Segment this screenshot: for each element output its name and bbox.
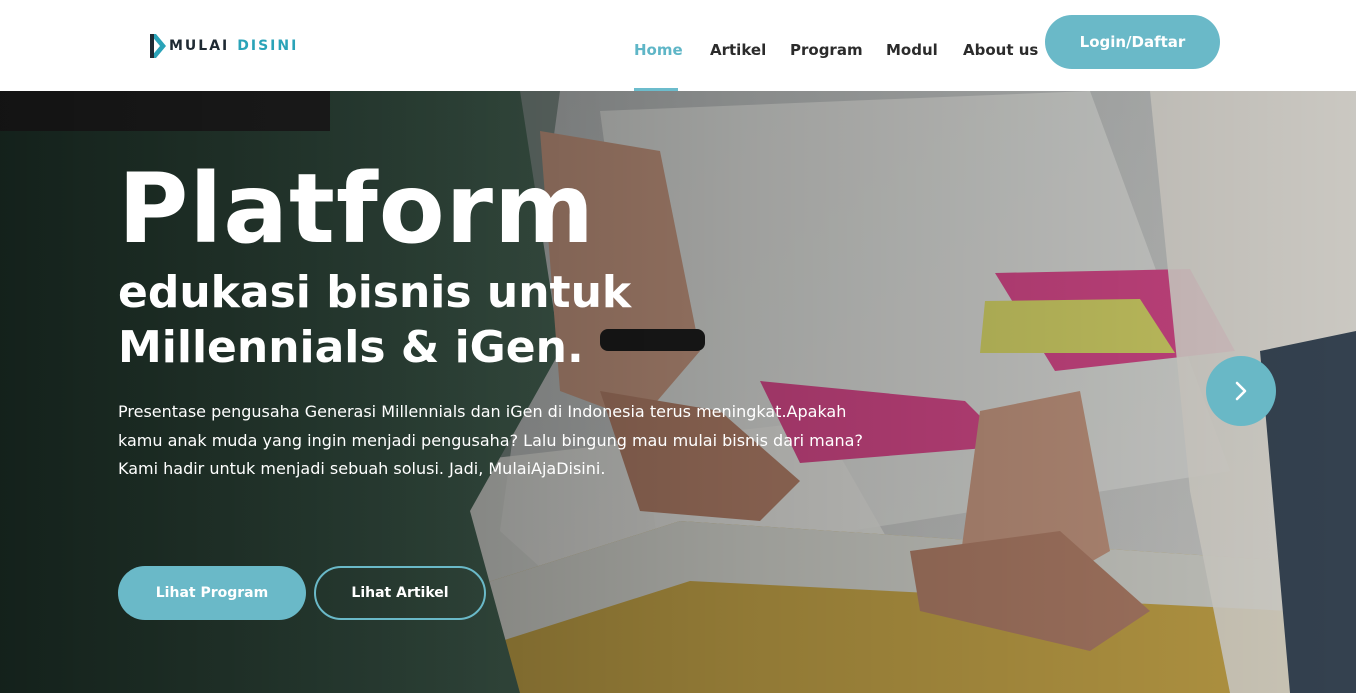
nav-active-indicator — [634, 88, 678, 91]
login-daftar-button[interactable]: Login/Daftar — [1045, 15, 1220, 69]
nav-item-artikel[interactable]: Artikel — [710, 41, 766, 59]
lihat-artikel-button[interactable]: Lihat Artikel — [314, 566, 486, 620]
nav-item-about-us[interactable]: About us — [963, 41, 1038, 59]
logo-text-disini: DISINI — [237, 38, 299, 54]
navbar: MULAI DISINI Home Artikel Program Modul … — [0, 0, 1356, 91]
hero-subtitle-line-1: edukasi bisnis untuk — [118, 267, 632, 318]
logo-text-mulai: MULAI — [169, 38, 230, 54]
logo-mark-icon — [150, 34, 166, 58]
hero-title: Platform — [118, 153, 596, 265]
hero-subtitle-line-2: Millennials & iGen. — [118, 322, 584, 373]
hero-description: Presentase pengusaha Generasi Millennial… — [118, 402, 863, 478]
site-logo[interactable]: MULAI DISINI — [150, 33, 298, 59]
nav-item-modul[interactable]: Modul — [886, 41, 938, 59]
chevron-right-icon — [1235, 381, 1247, 401]
nav-item-program[interactable]: Program — [790, 41, 863, 59]
next-slide-button[interactable] — [1206, 356, 1276, 426]
lihat-program-button[interactable]: Lihat Program — [118, 566, 306, 620]
nav-item-home[interactable]: Home — [634, 41, 683, 59]
